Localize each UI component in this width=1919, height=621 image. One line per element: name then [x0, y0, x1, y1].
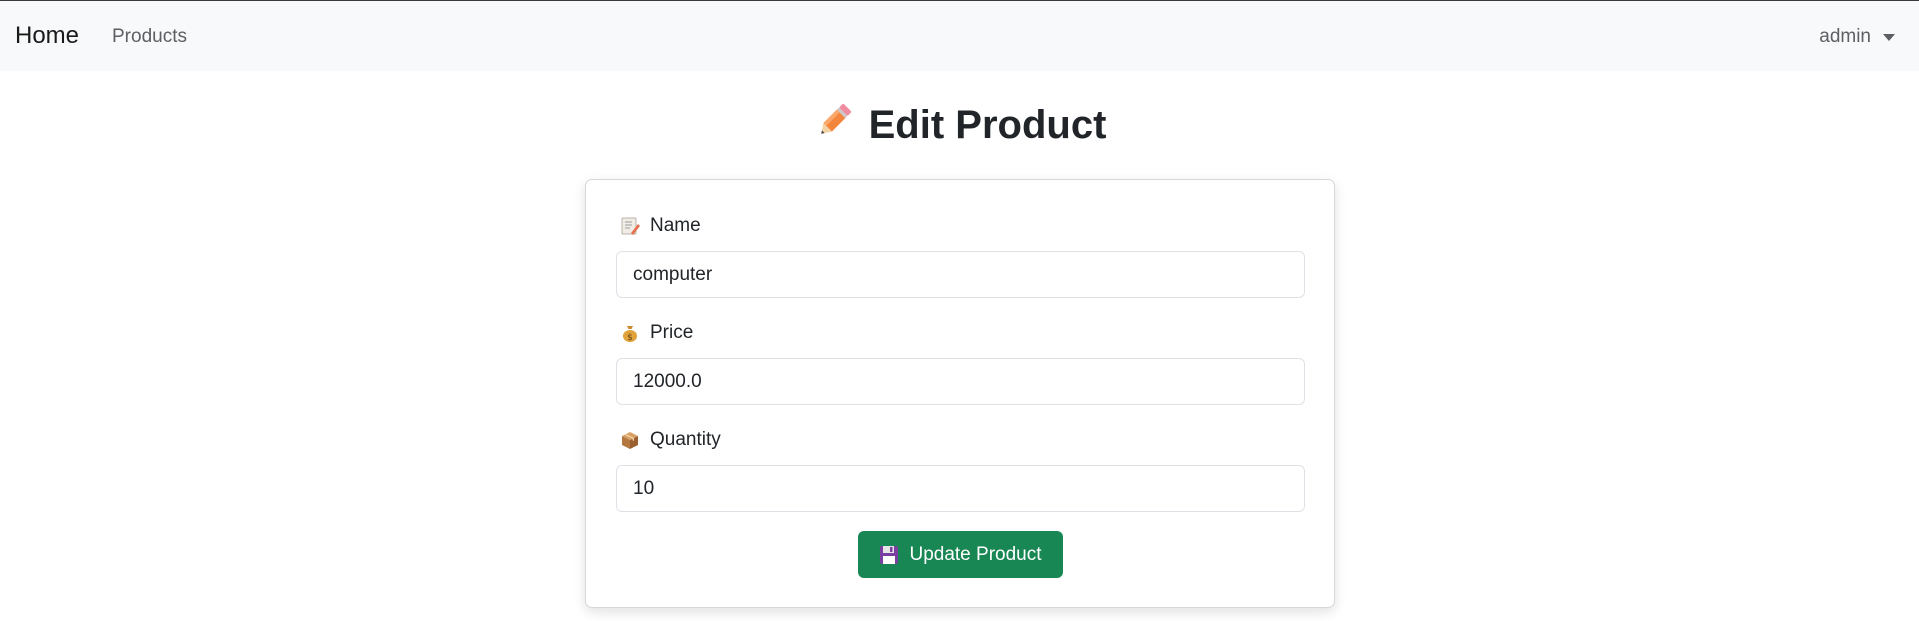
navbar: Home Products admin: [0, 1, 1919, 71]
quantity-label: Quantity: [620, 429, 721, 451]
price-label: $ Price: [620, 322, 693, 344]
quantity-label-text: Quantity: [650, 429, 721, 450]
update-product-label: Update Product: [909, 543, 1042, 565]
money-bag-icon: $: [620, 323, 640, 343]
svg-text:$: $: [627, 333, 633, 343]
name-label-text: Name: [650, 215, 701, 236]
floppy-disk-icon: [879, 545, 899, 565]
nav-products-link[interactable]: Products: [112, 26, 187, 48]
pencil-icon: [813, 100, 855, 152]
user-name: admin: [1819, 26, 1871, 47]
memo-icon: [620, 216, 640, 236]
nav-home-link[interactable]: Home: [15, 22, 79, 50]
name-label: Name: [620, 215, 701, 237]
price-field[interactable]: [616, 358, 1305, 405]
package-icon: [620, 430, 640, 450]
user-dropdown[interactable]: admin: [1819, 26, 1895, 48]
caret-down-icon: [1883, 33, 1895, 41]
edit-product-form: Name $ Price Quantity: [585, 179, 1335, 608]
name-field[interactable]: [616, 251, 1305, 298]
page-title-text: Edit Product: [868, 103, 1107, 147]
quantity-field[interactable]: [616, 465, 1305, 512]
page-title: Edit Product: [0, 100, 1919, 152]
price-label-text: Price: [650, 322, 694, 343]
update-product-button[interactable]: Update Product: [858, 531, 1063, 578]
